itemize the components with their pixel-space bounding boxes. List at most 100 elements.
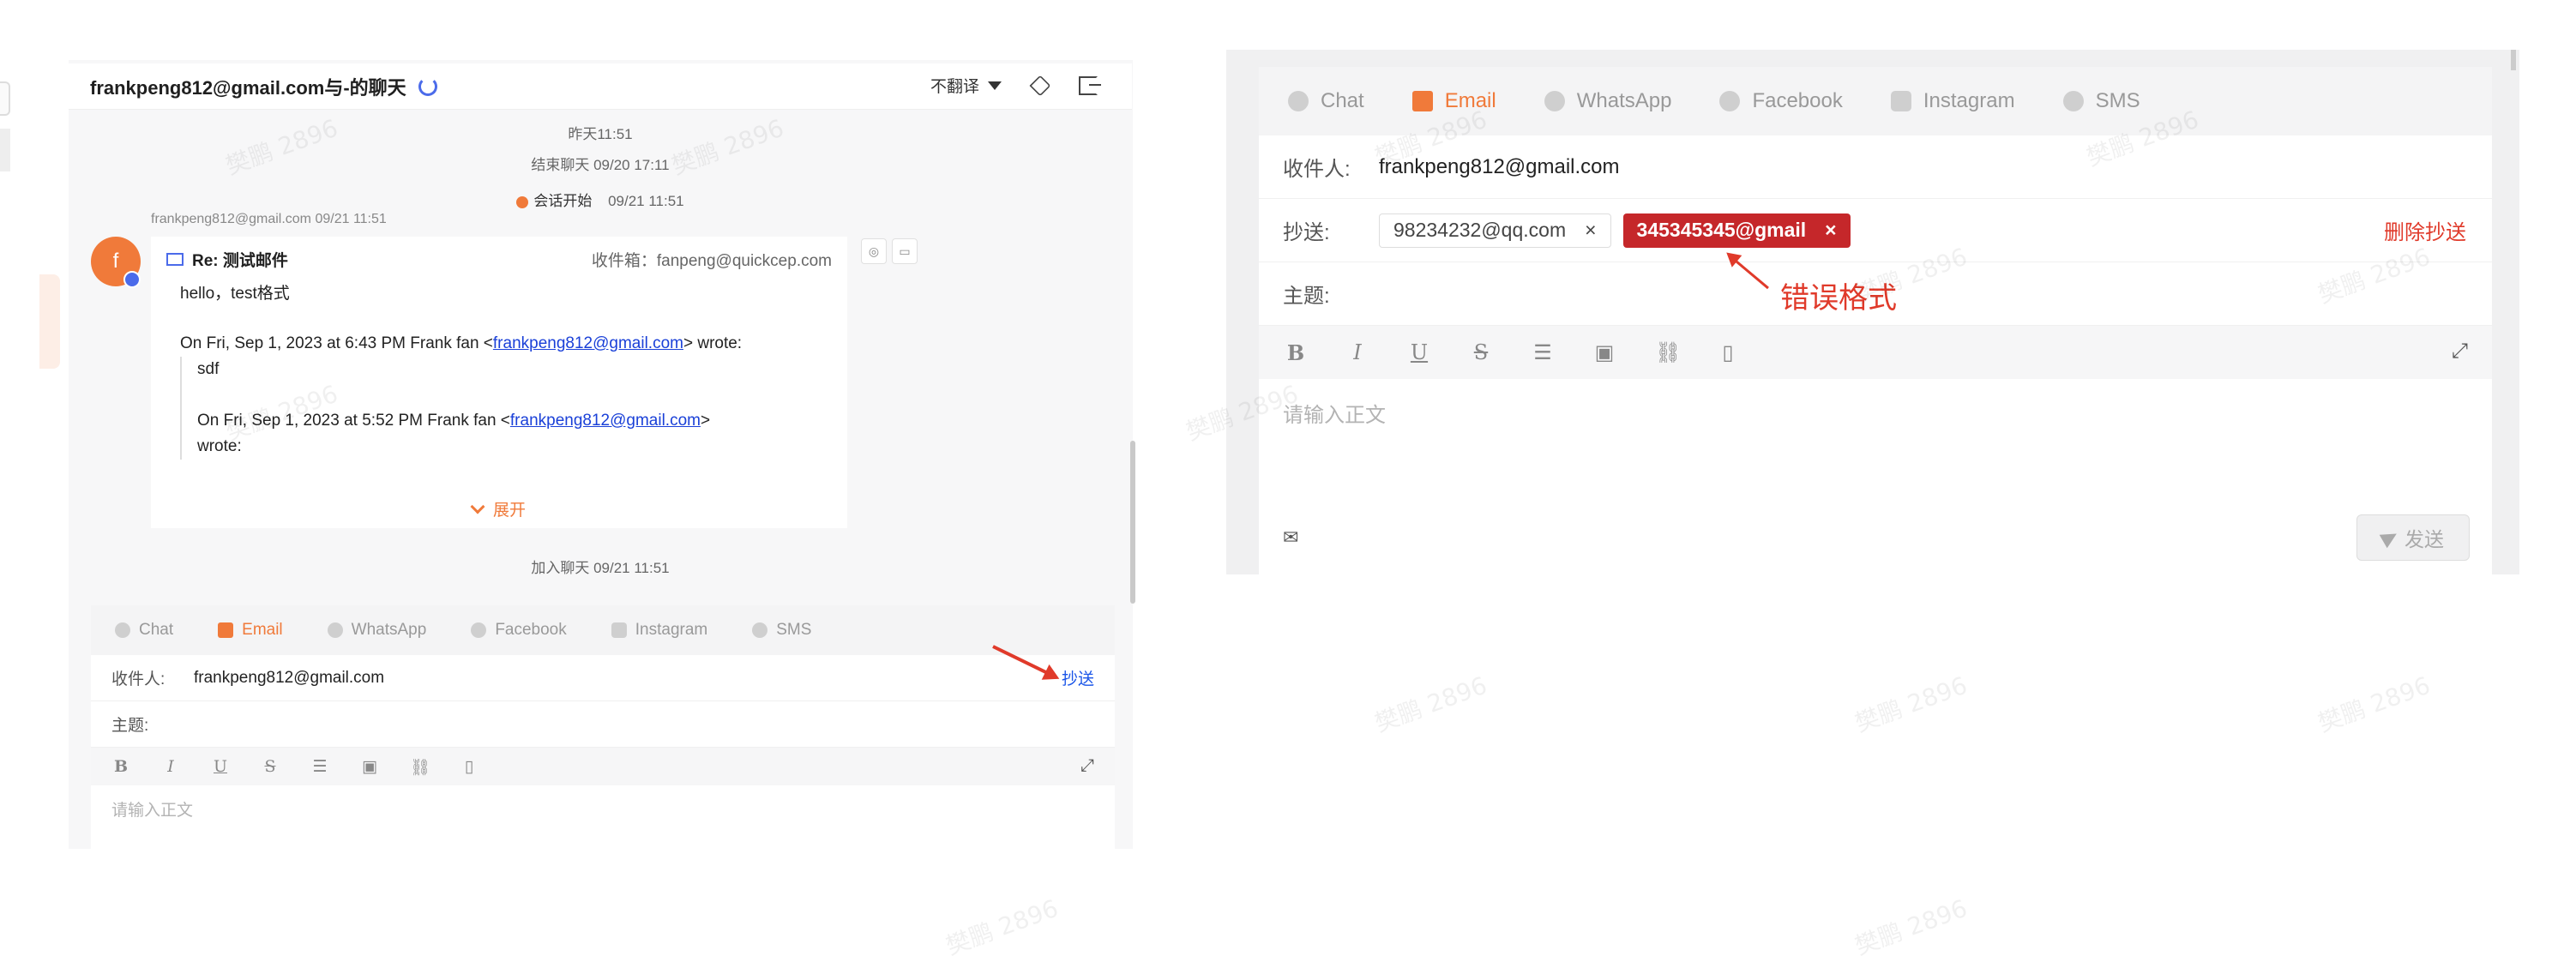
cc-chip-invalid[interactable]: 345345345@gmail ×: [1622, 213, 1851, 248]
body-editor[interactable]: 请输入正文: [91, 785, 1115, 833]
join-chat-event: 加入聊天 09/21 11:51: [531, 560, 670, 576]
fullscreen-icon[interactable]: ⤢: [1080, 756, 1094, 776]
file-icon[interactable]: ▯: [1717, 340, 1739, 364]
tab-whatsapp[interactable]: WhatsApp: [327, 621, 426, 640]
scrollbar[interactable]: [1130, 441, 1135, 604]
remove-chip-icon[interactable]: ×: [1825, 219, 1836, 242]
quote-wrote: wrote:: [197, 437, 242, 455]
to-value[interactable]: frankpeng812@gmail.com: [194, 669, 384, 688]
tab-label: Email: [1444, 89, 1496, 112]
expand-button[interactable]: 展开: [151, 497, 847, 520]
mail-icon: [1411, 91, 1433, 111]
exit-icon[interactable]: [1079, 75, 1101, 95]
session-start-time: 09/21 11:51: [608, 193, 684, 209]
tab-email[interactable]: Email: [1411, 89, 1496, 113]
session-start-event: 会话开始 09/21 11:51: [69, 189, 1132, 210]
image-icon[interactable]: ▣: [360, 757, 379, 776]
mail-icon: [218, 622, 234, 638]
instagram-icon: [1890, 91, 1911, 111]
cc-button[interactable]: 抄送: [1062, 666, 1094, 689]
translate-icon[interactable]: ◎: [861, 238, 887, 264]
underline-icon[interactable]: U: [211, 757, 230, 776]
image-icon[interactable]: ▣: [1593, 340, 1616, 364]
chevron-down-icon: [470, 499, 485, 514]
tab-instagram[interactable]: Instagram: [611, 621, 707, 640]
subject-label: 主题:: [1283, 285, 1330, 308]
mail-icon: [166, 252, 184, 266]
remove-chip-icon[interactable]: ×: [1585, 219, 1596, 242]
quote-text: On Fri, Sep 1, 2023 at 6:43 PM Frank fan…: [180, 334, 493, 352]
chat-title: frankpeng812@gmail.com与-的聊天: [90, 76, 406, 99]
tab-label: Chat: [139, 621, 174, 639]
email-channel-badge: [123, 271, 141, 288]
watermark: 樊鹏 2896: [1851, 893, 1971, 961]
messenger-icon: [1719, 91, 1741, 111]
tab-label: Email: [242, 621, 283, 639]
to-row[interactable]: 收件人: frankpeng812@gmail.com: [1259, 135, 2492, 199]
italic-icon[interactable]: I: [1346, 340, 1369, 364]
strikethrough-icon[interactable]: S: [1470, 340, 1492, 364]
watermark: 樊鹏 2896: [2314, 670, 2435, 738]
tab-label: SMS: [2095, 89, 2140, 112]
link-icon[interactable]: ⛓: [410, 757, 430, 777]
tab-email[interactable]: Email: [218, 621, 283, 640]
tab-sms[interactable]: SMS: [2062, 89, 2140, 113]
to-value[interactable]: frankpeng812@gmail.com: [1379, 155, 1620, 179]
cc-chip[interactable]: 98234232@qq.com ×: [1379, 213, 1611, 248]
bold-icon[interactable]: B: [111, 757, 130, 776]
underline-icon[interactable]: U: [1408, 340, 1430, 364]
channel-tabs: Chat Email WhatsApp Facebook Instagram S…: [91, 605, 1115, 655]
tab-chat[interactable]: Chat: [1288, 89, 1364, 113]
sender-meta: frankpeng812@gmail.com 09/21 11:51: [151, 212, 387, 226]
timestamp: 昨天11:51: [568, 126, 633, 142]
reply-icon[interactable]: ▭: [892, 238, 918, 264]
tab-label: Facebook: [495, 621, 567, 639]
bold-icon[interactable]: B: [1285, 340, 1307, 365]
list-icon[interactable]: ☰: [1532, 340, 1554, 364]
tab-label: SMS: [776, 621, 812, 639]
tab-chat[interactable]: Chat: [115, 621, 173, 640]
email-composer: Chat Email WhatsApp Facebook Instagram S…: [91, 605, 1115, 849]
file-icon[interactable]: ▯: [460, 757, 478, 776]
subject-row[interactable]: 主题:: [91, 701, 1115, 748]
messenger-icon: [471, 622, 487, 638]
refresh-icon[interactable]: [418, 76, 437, 96]
strikethrough-icon[interactable]: S: [261, 757, 280, 776]
tab-label: Instagram: [1923, 89, 2015, 112]
italic-icon[interactable]: I: [161, 757, 180, 776]
tab-facebook[interactable]: Facebook: [471, 621, 567, 640]
cc-chip-value: 98234232@qq.com: [1393, 219, 1567, 241]
cc-row[interactable]: 抄送: 98234232@qq.com × 345345345@gmail × …: [1259, 199, 2492, 262]
send-label: 发送: [2404, 528, 2444, 550]
tab-whatsapp[interactable]: WhatsApp: [1544, 89, 1671, 113]
tag-icon[interactable]: [1029, 75, 1051, 96]
translate-dropdown[interactable]: 不翻译: [930, 74, 1002, 97]
session-start-label: 会话开始: [533, 193, 593, 209]
email-message-card: Re: 测试邮件 收件箱：fanpeng@quickcep.com hello，…: [151, 237, 847, 528]
channel-tabs: Chat Email WhatsApp Facebook Instagram S…: [1259, 67, 2492, 135]
chat-bubble-icon: [516, 195, 529, 208]
tab-instagram[interactable]: Instagram: [1890, 89, 2015, 113]
link-icon[interactable]: ⛓: [1655, 340, 1681, 364]
sidebar-fragment: [0, 81, 10, 116]
send-button[interactable]: 发送: [2356, 514, 2470, 561]
sidebar-fragment: [0, 129, 10, 171]
envelope-icon[interactable]: ✉: [1283, 526, 1298, 549]
instagram-icon: [611, 622, 627, 638]
fullscreen-icon[interactable]: ⤢: [2452, 340, 2468, 364]
list-icon[interactable]: ☰: [310, 757, 329, 776]
whatsapp-icon: [1544, 91, 1565, 111]
to-label: 收件人:: [111, 670, 166, 688]
to-row[interactable]: 收件人: frankpeng812@gmail.com 抄送: [91, 655, 1115, 701]
tab-sms[interactable]: SMS: [752, 621, 811, 640]
scrollbar[interactable]: [2511, 50, 2516, 70]
email-link[interactable]: frankpeng812@gmail.com: [510, 412, 701, 430]
watermark: 樊鹏 2896: [942, 893, 1062, 961]
tab-facebook[interactable]: Facebook: [1719, 89, 1843, 113]
body-editor[interactable]: 请输入正文: [1259, 379, 2492, 447]
email-link[interactable]: frankpeng812@gmail.com: [493, 334, 683, 352]
email-greeting: hello，test格式: [180, 285, 290, 303]
delete-cc-button[interactable]: 删除抄送: [2384, 215, 2466, 245]
cc-chip-value: 345345345@gmail: [1636, 219, 1807, 241]
whatsapp-icon: [327, 622, 343, 638]
